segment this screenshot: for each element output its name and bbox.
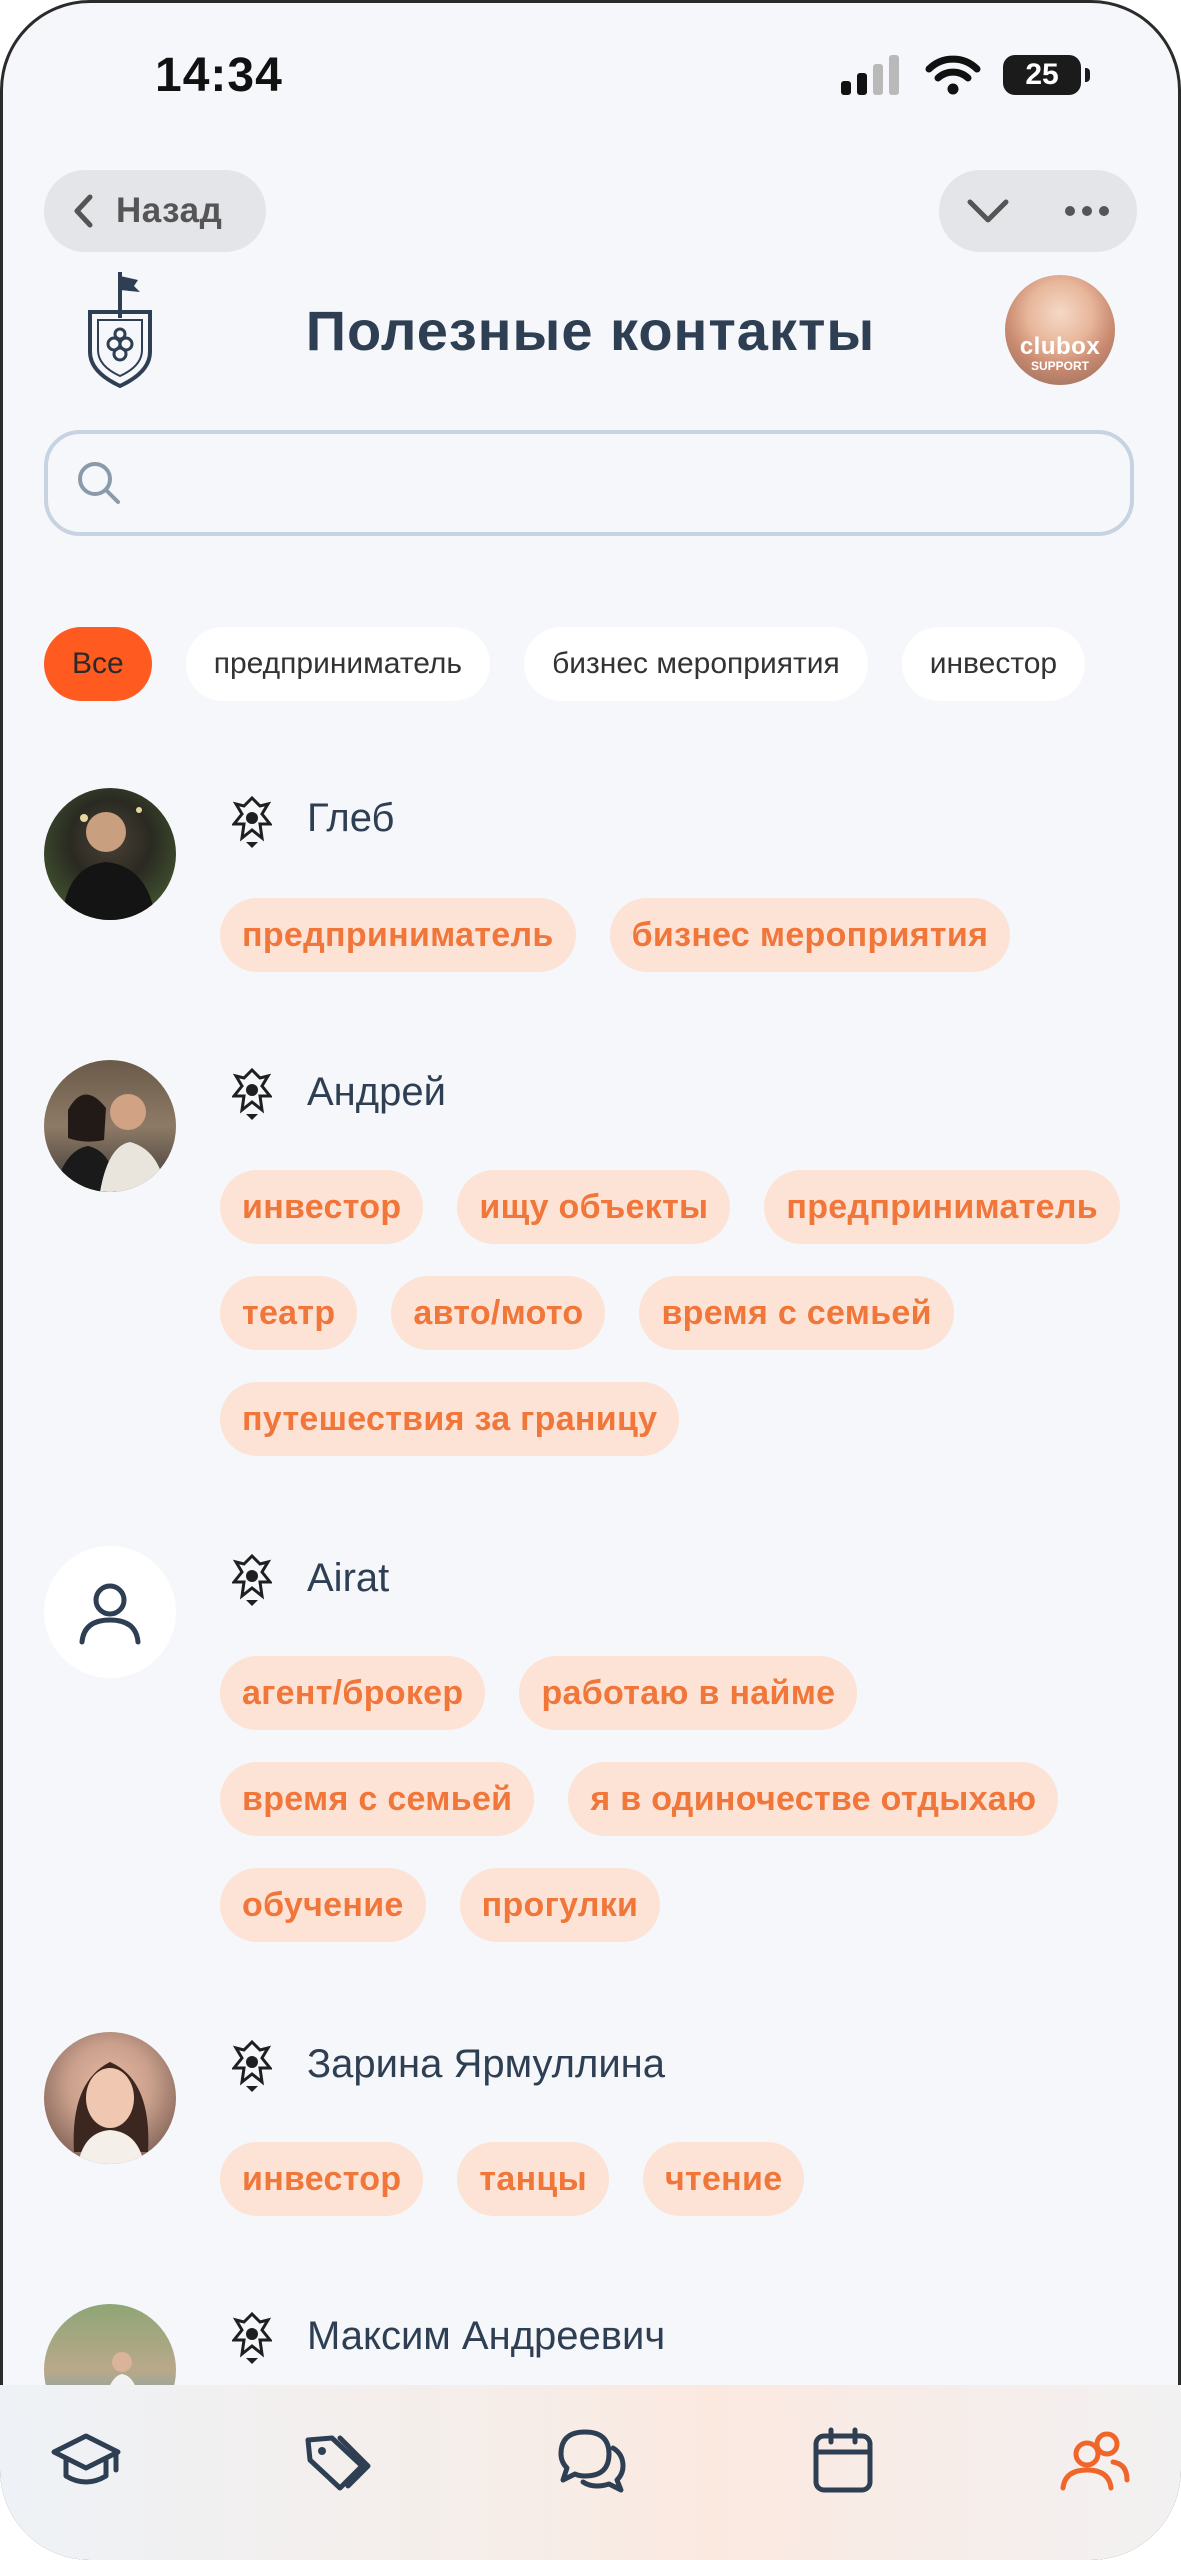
tags-icon — [305, 2435, 371, 2491]
nav-offers[interactable] — [298, 2421, 378, 2501]
status-icons: 25 — [841, 55, 1090, 95]
nav-courses[interactable] — [46, 2421, 126, 2501]
contact-tags: инвестор танцы чтение — [220, 2142, 1120, 2216]
contact-tag: чтение — [642, 2142, 805, 2216]
nav-calendar[interactable] — [803, 2421, 883, 2501]
contact-tag: я в одиночестве отдыхаю — [568, 1762, 1059, 1836]
nav-contacts[interactable] — [1055, 2421, 1135, 2501]
contact-tag: инвестор — [220, 1170, 424, 1244]
contact-tag: агент/брокер — [220, 1656, 486, 1730]
contact-name: Глеб — [307, 796, 395, 840]
bottom-nav — [0, 2385, 1181, 2560]
contact-tag: прогулки — [459, 1868, 661, 1942]
search-bar[interactable] — [44, 430, 1134, 536]
contact-name: Андрей — [307, 1070, 446, 1114]
contact-tags: инвестор ищу объекты предприниматель теа… — [220, 1170, 1120, 1456]
avatar — [44, 788, 176, 920]
search-input[interactable] — [144, 462, 1130, 504]
user-icon — [79, 1583, 141, 1645]
contact-tag: ищу объекты — [457, 1170, 731, 1244]
graduation-cap-icon — [51, 2433, 121, 2485]
contact-tag: время с семьей — [220, 1762, 535, 1836]
contact-tag: работаю в найме — [519, 1656, 858, 1730]
chat-icon — [558, 2429, 625, 2493]
filter-chips: Все предприниматель бизнес мероприятия и… — [44, 627, 1086, 701]
avatar — [44, 1060, 176, 1192]
filter-chip-entrepreneur[interactable]: предприниматель — [185, 627, 491, 701]
status-time: 14:34 — [155, 49, 283, 102]
contact-tag: бизнес мероприятия — [609, 898, 1011, 972]
contact-tags: предприниматель бизнес мероприятия — [220, 898, 1120, 972]
club-badge-icon — [232, 795, 272, 848]
avatar-photo-icon — [54, 1094, 166, 1192]
more-icon[interactable] — [1064, 205, 1110, 217]
contact-tag: время с семьей — [639, 1276, 954, 1350]
chevron-down-icon[interactable] — [966, 197, 1010, 225]
contact-tag: предприниматель — [220, 898, 576, 972]
battery-level: 25 — [1025, 58, 1059, 91]
contact-name: Airat — [307, 1556, 390, 1600]
signal-icon — [841, 55, 899, 95]
contact-tag: инвестор — [220, 2142, 424, 2216]
club-badge-icon — [232, 2311, 272, 2364]
club-badge-icon — [232, 2039, 272, 2092]
app-menu-pill — [939, 170, 1137, 252]
chevron-left-icon — [74, 194, 93, 228]
contact-tags: агент/брокер работаю в найме время с сем… — [220, 1656, 1120, 1942]
club-badge-icon — [232, 1067, 272, 1120]
avatar-photo-icon — [73, 2062, 149, 2164]
contact-tag: танцы — [457, 2142, 609, 2216]
page-title: Полезные контакты — [305, 299, 876, 362]
support-brand-logo: clubox — [1019, 333, 1101, 360]
phone-screen: 14:34 25 Назад Полезные контакты clubox … — [0, 0, 1181, 2560]
back-button[interactable]: Назад — [44, 170, 266, 252]
contact-tag: театр — [220, 1276, 358, 1350]
avatar-placeholder — [44, 1546, 176, 1678]
contact-tag: обучение — [220, 1868, 426, 1942]
filter-chip-all[interactable]: Все — [44, 627, 152, 701]
search-icon — [78, 462, 120, 504]
wifi-icon — [925, 55, 981, 95]
avatar — [44, 2032, 176, 2164]
contact-name: Максим Андреевич — [307, 2314, 666, 2358]
filter-chip-business-events[interactable]: бизнес мероприятия — [524, 627, 868, 701]
support-brand-sub: SUPPORT — [1030, 359, 1089, 373]
filter-chip-investor[interactable]: инвестор — [901, 627, 1086, 701]
battery-indicator: 25 — [1003, 55, 1090, 95]
contact-tag: предприниматель — [764, 1170, 1120, 1244]
contact-name: Зарина Ярмуллина — [307, 2042, 666, 2086]
support-avatar[interactable]: clubox SUPPORT — [1005, 275, 1115, 385]
club-badge-icon — [232, 1553, 272, 1606]
contact-tag: авто/мото — [391, 1276, 606, 1350]
nav-chats[interactable] — [551, 2421, 631, 2501]
contacts-icon — [1060, 2431, 1130, 2491]
contact-tag: путешествия за границу — [220, 1382, 680, 1456]
back-label: Назад — [116, 191, 223, 230]
avatar-photo-icon — [62, 807, 156, 920]
calendar-icon — [813, 2427, 873, 2493]
